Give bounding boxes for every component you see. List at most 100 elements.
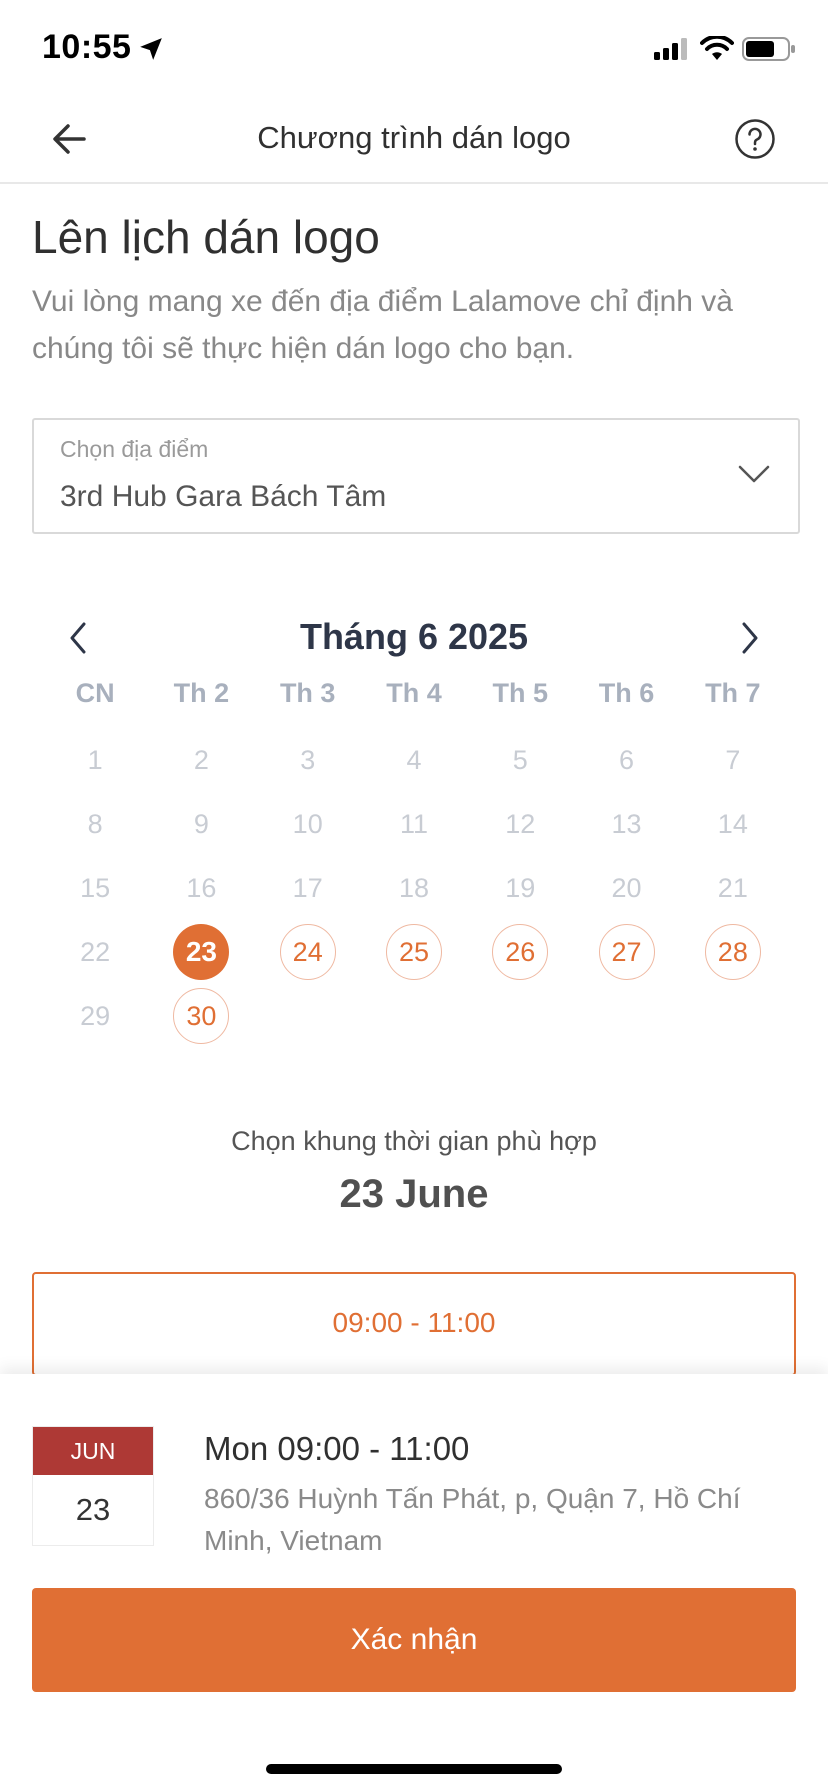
calendar-day: 7 (680, 728, 786, 792)
calendar-day-number: 6 (619, 744, 635, 775)
calendar-day: 13 (573, 792, 679, 856)
weekday-label: Th 3 (279, 678, 336, 708)
calendar-day: 5 (467, 728, 573, 792)
booking-summary-sheet: JUN 23 Mon 09:00 - 11:00 860/36 Huỳnh Tấ… (0, 1374, 828, 1792)
calendar-days: 1 2 3 4 5 6 7 8 9 10 11 12 13 14 15 16 17 18 19 20 21 22 23 24 2… (42, 728, 786, 1048)
calendar-day: 3 (255, 728, 361, 792)
calendar-day-number: 25 (385, 924, 442, 980)
summary-address: 860/36 Huỳnh Tấn Phát, p, Quận 7, Hồ Chí… (204, 1483, 741, 1556)
status-time: 10:55 (42, 28, 132, 66)
calendar-day[interactable]: 30 (148, 984, 254, 1048)
status-bar: 10:55 (0, 0, 828, 96)
summary-time: Mon 09:00 - 11:00 (204, 1430, 470, 1467)
calendar-day-number: 11 (399, 808, 428, 839)
page-title: Lên lịch dán logo (32, 211, 380, 263)
weekday-label: Th 4 (386, 678, 442, 708)
calendar-day-number: 30 (173, 988, 230, 1044)
location-select[interactable]: Chọn địa điểm 3rd Hub Gara Bách Tâm (32, 418, 800, 534)
calendar-day: 9 (148, 792, 254, 856)
weekday-label: Th 7 (705, 678, 761, 708)
calendar-month-label: Tháng 6 2025 (299, 616, 529, 657)
next-month-icon[interactable] (732, 618, 768, 658)
calendar-day-number: 4 (406, 744, 422, 775)
location-arrow-icon (140, 38, 162, 60)
calendar-day-number: 10 (292, 808, 323, 839)
home-indicator (266, 1764, 562, 1774)
calendar-week-row: 15 16 17 18 19 20 21 (42, 856, 786, 920)
confirm-button[interactable]: Xác nhận (32, 1588, 796, 1692)
calendar-day: 2 (148, 728, 254, 792)
calendar-day-number: 20 (611, 872, 642, 903)
calendar-day-number: 13 (611, 808, 642, 839)
date-card: JUN 23 (32, 1426, 154, 1546)
calendar-day-number: 17 (292, 872, 323, 903)
battery-icon (742, 37, 795, 61)
calendar-day-number: 15 (80, 872, 111, 903)
calendar-week-row: 29 30 (42, 984, 786, 1048)
calendar-day-number: 12 (505, 808, 536, 839)
calendar-day-number: 2 (193, 744, 209, 775)
calendar-day-number: 8 (87, 808, 103, 839)
slot-caption: Chọn khung thời gian phù hợp (231, 1126, 597, 1156)
calendar-day: 6 (573, 728, 679, 792)
calendar-day-number: 29 (80, 1000, 111, 1031)
calendar-day[interactable]: 24 (255, 920, 361, 984)
calendar-day-number: 3 (300, 744, 316, 775)
calendar-day: 4 (361, 728, 467, 792)
calendar-day: 22 (42, 920, 148, 984)
calendar-week-row: 22 23 24 25 26 27 28 (42, 920, 786, 984)
date-card-day: 23 (75, 1492, 111, 1527)
location-select-value: 3rd Hub Gara Bách Tâm (60, 480, 387, 513)
calendar-day-number: 16 (186, 872, 217, 903)
calendar-day[interactable]: 25 (361, 920, 467, 984)
weekday-label: Th 6 (598, 678, 655, 708)
help-icon[interactable] (734, 118, 776, 160)
calendar-day: 11 (361, 792, 467, 856)
calendar-day-number: 1 (87, 744, 103, 775)
calendar-day: 14 (680, 792, 786, 856)
calendar-day: 17 (255, 856, 361, 920)
time-slot-button[interactable]: 09:00 - 11:00 (32, 1272, 796, 1376)
cellular-signal-icon (654, 38, 687, 60)
weekday-label: Th 2 (173, 678, 230, 708)
calendar-day-number: 19 (505, 872, 536, 903)
calendar-day[interactable]: 28 (680, 920, 786, 984)
calendar-day: 21 (680, 856, 786, 920)
calendar-day-number: 9 (193, 808, 209, 839)
calendar-day: 16 (148, 856, 254, 920)
calendar-day-number: 28 (704, 924, 761, 980)
app-header: Chương trình dán logo (0, 96, 828, 184)
calendar-day[interactable]: 26 (467, 920, 573, 984)
calendar-day-number: 27 (598, 924, 655, 980)
calendar-day: 18 (361, 856, 467, 920)
calendar-day: 10 (255, 792, 361, 856)
weekday-label: CN (75, 678, 115, 708)
weekday-header: CN Th 2 Th 3 Th 4 Th 5 Th 6 Th 7 (42, 678, 786, 709)
calendar-day: 8 (42, 792, 148, 856)
calendar-day: 20 (573, 856, 679, 920)
calendar-day: 12 (467, 792, 573, 856)
calendar-day-number: 21 (717, 872, 748, 903)
weekday-label: Th 5 (492, 678, 549, 708)
calendar-day-number: 24 (279, 924, 336, 980)
calendar-day-number: 18 (398, 872, 429, 903)
page-description: Vui lòng mang xe đến địa điểm Lalamove c… (32, 285, 733, 365)
calendar-week-row: 1 2 3 4 5 6 7 (42, 728, 786, 792)
calendar-day[interactable]: 27 (573, 920, 679, 984)
calendar-day-selected[interactable]: 23 (148, 920, 254, 984)
calendar-day: 29 (42, 984, 148, 1048)
calendar-day-number: 5 (512, 744, 528, 775)
calendar-day-number: 14 (717, 808, 748, 839)
calendar-day-number: 26 (492, 924, 549, 980)
slot-selected-date: 23 June (339, 1172, 489, 1216)
header-title: Chương trình dán logo (257, 120, 571, 155)
wifi-icon (700, 36, 734, 60)
calendar-day-number: 23 (173, 924, 230, 980)
location-select-label: Chọn địa điểm (60, 436, 209, 462)
calendar-week-row: 8 9 10 11 12 13 14 (42, 792, 786, 856)
calendar-day: 1 (42, 728, 148, 792)
calendar-day-number: 7 (725, 744, 741, 775)
calendar-day: 19 (467, 856, 573, 920)
calendar-day: 15 (42, 856, 148, 920)
chevron-down-icon (738, 465, 770, 483)
